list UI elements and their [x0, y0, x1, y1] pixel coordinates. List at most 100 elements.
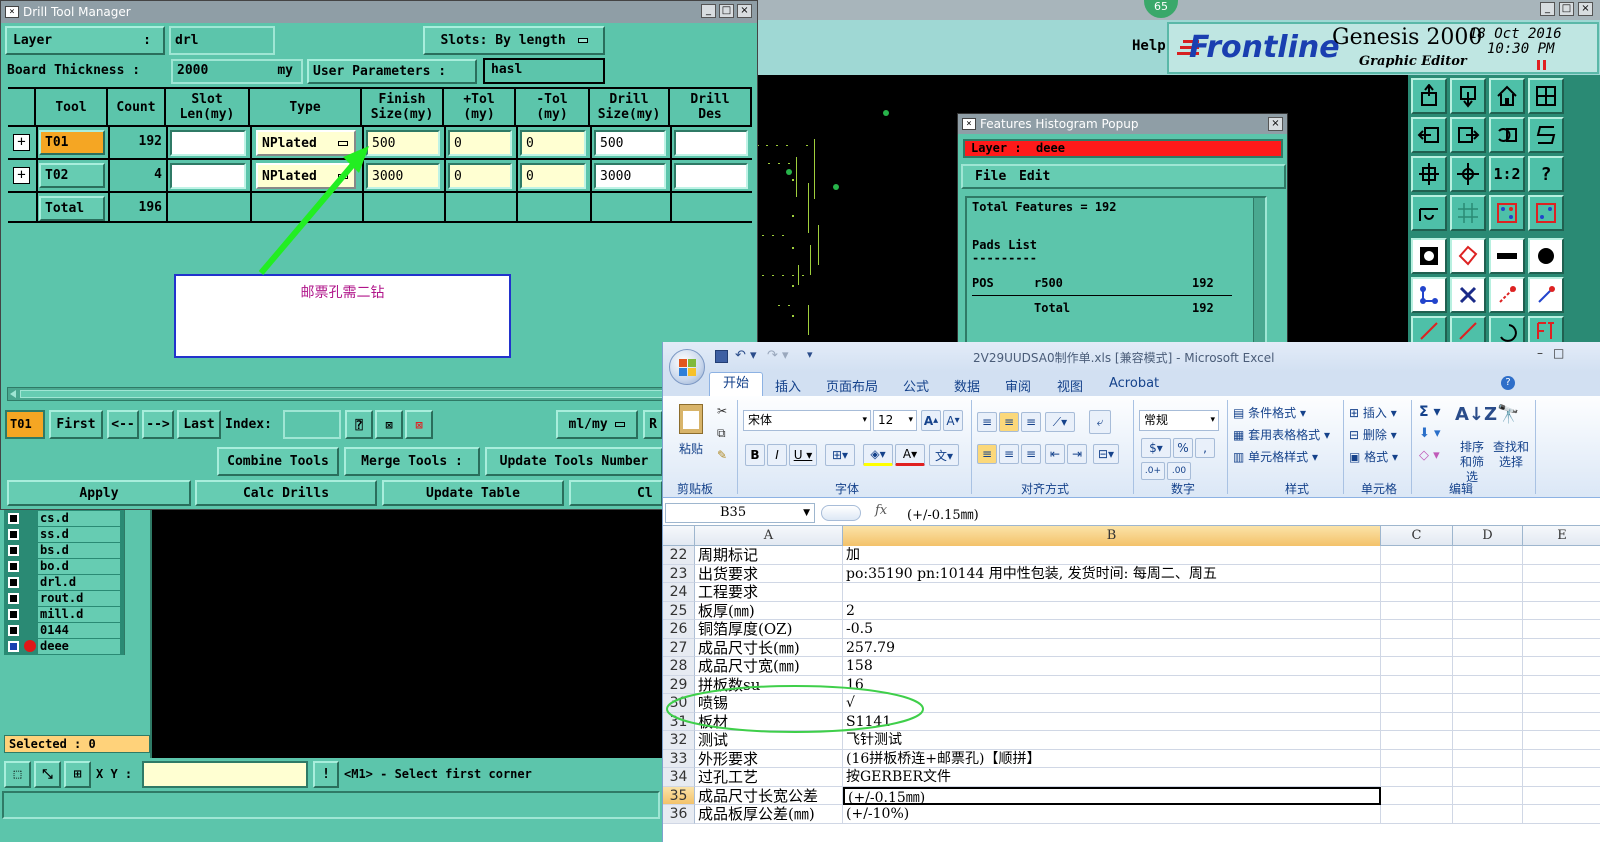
bold-icon[interactable]: B: [745, 444, 765, 466]
alert-icon[interactable]: !: [313, 761, 339, 788]
measure-icon[interactable]: [1489, 277, 1525, 313]
layer-checkbox[interactable]: [8, 641, 19, 652]
window-icon[interactable]: [1528, 78, 1564, 114]
grid-icon[interactable]: [1450, 195, 1486, 231]
cell-a[interactable]: 成品尺寸长宽公差: [695, 786, 843, 805]
delete-cells-button[interactable]: ⊟ 删除 ▾: [1349, 426, 1397, 443]
merge-center-icon[interactable]: ⊟▾: [1093, 444, 1119, 464]
sort-filter-icon[interactable]: A↓Z: [1455, 404, 1497, 425]
minus-tol-input[interactable]: 0: [520, 163, 586, 189]
apply-button[interactable]: Apply: [7, 480, 191, 506]
cell-a[interactable]: 周期标记: [695, 546, 843, 565]
units-extra-button[interactable]: R: [643, 410, 663, 439]
insert-cells-button[interactable]: ⊞ 插入 ▾: [1349, 404, 1397, 421]
find-select-button[interactable]: 查找和选择: [1493, 440, 1529, 470]
layer-checkbox[interactable]: [8, 545, 19, 556]
drill-des-input[interactable]: [674, 163, 748, 189]
wrap-text-icon[interactable]: ⤶: [1089, 410, 1111, 434]
paste-button[interactable]: 粘贴: [679, 440, 703, 457]
cell-b[interactable]: (16拼板桥连+邮票孔)【顺拼】: [843, 749, 1381, 768]
save-icon[interactable]: [715, 350, 728, 363]
col-header-d[interactable]: D: [1453, 526, 1523, 546]
redo-icon[interactable]: ↷ ▾: [767, 348, 789, 363]
zoom-in-icon[interactable]: [1450, 78, 1486, 114]
drill-size-input[interactable]: 3000: [594, 163, 666, 189]
layer-item[interactable]: rout.d: [6, 591, 120, 606]
cell-a[interactable]: 工程要求: [695, 583, 843, 602]
grid-mode-icon[interactable]: ⊞: [64, 761, 91, 788]
refresh-icon[interactable]: ⊠: [375, 410, 403, 439]
tab-insert[interactable]: 插入: [775, 376, 801, 395]
hist-scrollbar[interactable]: [1253, 198, 1265, 344]
currency-icon[interactable]: $▾: [1141, 438, 1171, 458]
cell-b[interactable]: (+/-10%): [843, 805, 1381, 824]
layer-item[interactable]: 0144: [6, 623, 120, 638]
layer-item[interactable]: cs.d: [6, 511, 120, 526]
total-button[interactable]: Total: [39, 196, 105, 221]
cell-b[interactable]: po:35190 pn:10144 用中性包装, 发货时间: 每周二、周五: [843, 564, 1381, 583]
cell-b[interactable]: 2: [843, 601, 1381, 620]
scroll-left-icon[interactable]: [10, 390, 16, 398]
cell-a[interactable]: 外形要求: [695, 749, 843, 768]
cell-a[interactable]: 板厚(㎜): [695, 601, 843, 620]
align-middle-icon[interactable]: ≡: [999, 412, 1019, 432]
help-circle-icon[interactable]: ?: [1501, 376, 1515, 390]
tab-home[interactable]: 开始: [709, 372, 763, 396]
col-header-c[interactable]: C: [1381, 526, 1453, 546]
next-button[interactable]: -->: [142, 410, 174, 439]
tab-data[interactable]: 数据: [954, 376, 980, 395]
drill-size-input[interactable]: 500: [594, 130, 666, 156]
pan-right-icon[interactable]: [1450, 117, 1486, 153]
italic-icon[interactable]: I: [767, 444, 787, 466]
increase-decimal-icon[interactable]: .0+: [1141, 462, 1165, 480]
close-icon[interactable]: ×: [1578, 2, 1593, 16]
align-center-icon[interactable]: ≡: [999, 444, 1019, 464]
layer-checkbox[interactable]: [8, 513, 19, 524]
table-format-button[interactable]: ▦ 套用表格格式 ▾: [1233, 426, 1330, 443]
pan-left-icon[interactable]: [1411, 117, 1447, 153]
cell-a[interactable]: 铜箔厚度(OZ): [695, 620, 843, 639]
layer-checkbox[interactable]: [8, 529, 19, 540]
help-icon[interactable]: ?: [1528, 156, 1564, 192]
align-top-icon[interactable]: ≡: [977, 412, 997, 432]
table-hscrollbar[interactable]: [7, 387, 752, 401]
cell-styles-button[interactable]: ▥ 单元格样式 ▾: [1233, 448, 1318, 465]
delete-icon[interactable]: ⊠: [405, 410, 433, 439]
prev-button[interactable]: <--: [107, 410, 139, 439]
fit-all-icon[interactable]: [1450, 156, 1486, 192]
select-mode-icon[interactable]: ⬚: [4, 761, 31, 788]
node-icon[interactable]: [1411, 277, 1447, 313]
decrease-indent-icon[interactable]: ⇤: [1045, 444, 1065, 464]
pin-icon[interactable]: ⍰: [345, 410, 373, 439]
layer-checkbox[interactable]: [8, 593, 19, 604]
update-table-button[interactable]: Update Table: [382, 480, 564, 506]
cell-b[interactable]: -0.5: [843, 620, 1381, 639]
histogram-close-icon[interactable]: ×: [1268, 117, 1283, 131]
xy-input[interactable]: [142, 761, 308, 788]
orientation-icon[interactable]: ⟋▾: [1045, 412, 1075, 432]
tab-page-layout[interactable]: 页面布局: [826, 376, 878, 395]
menu-file[interactable]: File: [975, 169, 1006, 184]
find-select-icon[interactable]: 🔭: [1497, 404, 1519, 425]
layer-item-active[interactable]: deee: [6, 639, 120, 654]
col-header-a[interactable]: A: [695, 526, 843, 546]
layer-checkbox[interactable]: [8, 625, 19, 636]
tab-acrobat[interactable]: Acrobat: [1109, 376, 1159, 391]
font-name-select[interactable]: 宋体 ▾: [743, 410, 871, 431]
format-cells-button[interactable]: ▣ 格式 ▾: [1349, 448, 1398, 465]
ruler-icon[interactable]: [1489, 238, 1525, 274]
layer-item[interactable]: mill.d: [6, 607, 120, 622]
minus-tol-input[interactable]: 0: [520, 130, 586, 156]
window-menu-icon[interactable]: ×: [962, 118, 976, 130]
increase-indent-icon[interactable]: ⇥: [1067, 444, 1087, 464]
user-parameters-button[interactable]: User Parameters :: [307, 59, 477, 84]
phonetic-icon[interactable]: 文▾: [929, 444, 959, 466]
cell-b-active[interactable]: (+/-0.15㎜): [843, 786, 1381, 805]
col-header-e[interactable]: E: [1523, 526, 1600, 546]
flip-icon[interactable]: [1528, 117, 1564, 153]
tab-formulas[interactable]: 公式: [903, 376, 929, 395]
cell-a[interactable]: 过孔工艺: [695, 768, 843, 787]
combine-tools-button[interactable]: Combine Tools: [217, 447, 339, 476]
slot-len-input[interactable]: [170, 163, 246, 189]
scale-1-2-icon[interactable]: 1:2: [1489, 156, 1525, 192]
